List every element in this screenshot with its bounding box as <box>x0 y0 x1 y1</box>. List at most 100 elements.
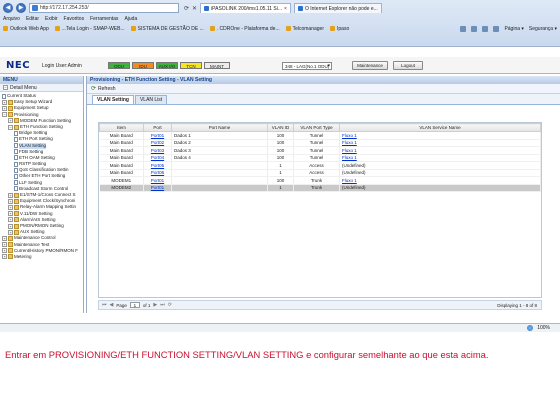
table-row[interactable]: Main Board Port06 1 Access (Undefined) <box>99 169 541 177</box>
pager-refresh-icon[interactable]: ⟳ <box>168 302 172 308</box>
alarm-aux-io[interactable]: AUX I/O <box>156 62 178 69</box>
expand-icon[interactable]: + <box>8 229 13 235</box>
folder-icon <box>14 124 19 130</box>
tab-vlan-list[interactable]: VLAN List <box>134 95 168 104</box>
refresh-button[interactable]: Refresh <box>98 86 116 92</box>
col-port[interactable]: Port <box>143 123 172 132</box>
table-row[interactable]: MODEM1 Port01 100 Trunk Fluxo 1 <box>99 176 541 185</box>
cell-item-text: Main Board <box>109 132 133 138</box>
security-menu[interactable]: Segurança ▾ <box>529 26 557 32</box>
refresh-icon[interactable]: ⟳ <box>91 85 96 92</box>
expand-icon[interactable]: + <box>8 223 13 229</box>
stop-icon[interactable]: ✕ <box>192 5 197 12</box>
favorite-sistema[interactable]: SISTEMA DE GESTÃO DE ... <box>130 26 204 32</box>
col-port-name[interactable]: Port Name <box>171 123 268 132</box>
back-button[interactable]: ◀ <box>3 3 13 13</box>
collapse-icon[interactable]: − <box>3 85 8 90</box>
close-tab-icon[interactable]: × <box>284 6 287 12</box>
print-icon[interactable] <box>493 25 500 32</box>
favorite-cdrone[interactable]: . CDROne - Plataforma de... <box>209 26 280 32</box>
logout-button[interactable]: Logout <box>393 61 423 70</box>
vlan-service-link[interactable]: Fluxo 1 <box>342 148 357 153</box>
favorite-smap[interactable]: ...Tela Login - SMAP-WEB... <box>54 26 125 32</box>
page-icon <box>32 5 38 11</box>
maintenance-button[interactable]: Maintenance <box>352 61 388 70</box>
folder-icon <box>14 192 19 198</box>
favorite-outlook[interactable]: Outlook Web App <box>3 26 49 32</box>
col-item[interactable]: Item <box>99 123 144 132</box>
expand-icon[interactable]: + <box>8 211 13 217</box>
alarm-odu[interactable]: ODU <box>108 62 130 69</box>
expand-icon[interactable]: + <box>8 217 13 223</box>
expand-icon[interactable]: + <box>2 254 7 260</box>
favorite-ipaso[interactable]: Ipaso <box>330 26 349 32</box>
forward-button[interactable]: ▶ <box>16 3 26 13</box>
table-row[interactable]: Main Board Port01 Dados 1 100 Tunnel Fluxo 1 <box>99 131 541 140</box>
table-row[interactable]: Main Board Port02 Dados 2 100 Tunnel Fluxo 1 <box>99 139 541 147</box>
last-page-icon[interactable]: ⏭ <box>160 302 165 308</box>
table-row[interactable]: Main Board Port05 1 Access (Undefined) <box>99 161 541 170</box>
collapse-icon[interactable]: − <box>2 112 7 118</box>
col-vlan-id[interactable]: VLAN ID <box>267 123 294 132</box>
page-input[interactable]: 1 <box>129 302 140 308</box>
alarm-idu[interactable]: IDU <box>132 62 154 69</box>
port-link[interactable]: Port03 <box>151 148 164 153</box>
port-link[interactable]: Port01 <box>151 133 164 138</box>
favorite-telcomanager[interactable]: Telcomanager <box>285 26 324 32</box>
cell-item: MODEM2 <box>99 184 144 192</box>
refresh-icon[interactable]: ⟳ <box>184 5 189 12</box>
zoom-level[interactable]: 100% <box>537 325 550 331</box>
alarm-maint[interactable]: MAINT <box>204 62 230 69</box>
tab-vlan-setting[interactable]: VLAN Setting <box>92 95 134 104</box>
expand-icon[interactable]: + <box>8 118 13 124</box>
expand-icon[interactable]: + <box>8 204 13 210</box>
detail-menu-header[interactable]: − Detail Menu <box>0 84 83 92</box>
vlan-service-link[interactable]: Fluxo 1 <box>342 133 357 138</box>
expand-icon[interactable]: + <box>2 242 7 248</box>
browser-tab-ipasolink[interactable]: iPASOLINK 200/ims1.05.11 Si... × <box>200 3 291 13</box>
next-page-icon[interactable]: ▶ <box>153 302 157 308</box>
first-page-icon[interactable]: ⏮ <box>102 302 107 308</box>
favorite-icon <box>209 26 215 31</box>
expand-icon[interactable]: + <box>8 192 13 198</box>
expand-icon[interactable]: + <box>2 248 7 254</box>
address-bar[interactable]: http://172.17.254.253/ <box>29 3 179 13</box>
vlan-service-link[interactable]: Fluxo 1 <box>342 140 357 145</box>
port-link[interactable]: Port01 <box>151 185 164 190</box>
menu-exibir[interactable]: Exibir <box>45 16 58 22</box>
port-link[interactable]: Port06 <box>151 170 164 175</box>
home-icon[interactable] <box>460 25 467 32</box>
col-vlan-service-name[interactable]: VLAN Service Name <box>339 123 541 132</box>
table-row[interactable]: Main Board Port03 Dados 3 100 Tunnel Fluxo 1 <box>99 146 541 155</box>
prev-page-icon[interactable]: ◀ <box>110 302 114 308</box>
port-link[interactable]: Port04 <box>151 155 164 160</box>
menu-tree-item[interactable]: + Current/History PMON/RMON F <box>0 248 83 254</box>
port-link[interactable]: Port01 <box>151 178 164 183</box>
feeds-icon[interactable] <box>471 25 478 32</box>
menu-arquivo[interactable]: Arquivo <box>3 16 20 22</box>
menu-ferramentas[interactable]: Ferramentas <box>90 16 118 22</box>
expand-icon[interactable]: + <box>2 105 7 111</box>
menu-favoritos[interactable]: Favoritos <box>64 16 85 22</box>
port-link[interactable]: Port05 <box>151 163 164 168</box>
device-select[interactable]: 348 - LAG(No.1 ODU) <box>282 62 332 70</box>
alarm-tcn[interactable]: TCN <box>180 62 202 69</box>
favorite-icon <box>54 26 60 31</box>
menu-ajuda[interactable]: Ajuda <box>124 16 137 22</box>
menu-tree-item[interactable]: + Metering <box>0 254 83 260</box>
mail-icon[interactable] <box>482 25 489 32</box>
browser-tab-error[interactable]: O Internet Explorer não pode e... <box>293 3 382 13</box>
col-vlan-port-type[interactable]: VLAN Port Type <box>293 123 340 132</box>
address-url[interactable]: http://172.17.254.253/ <box>40 5 89 11</box>
expand-icon[interactable]: + <box>2 99 7 105</box>
table-row[interactable]: MODEM2 Port01 1 Trunk (Undefined) <box>99 184 541 192</box>
port-link[interactable]: Port02 <box>151 140 164 145</box>
table-row[interactable]: Main Board Port04 Dados 4 100 Tunnel Fluxo 1 <box>99 154 541 162</box>
menu-editar[interactable]: Editar <box>26 16 39 22</box>
collapse-icon[interactable]: − <box>8 124 13 130</box>
expand-icon[interactable]: + <box>8 198 13 204</box>
expand-icon[interactable]: + <box>2 235 7 241</box>
page-menu[interactable]: Página ▾ <box>504 26 523 32</box>
vlan-service-link[interactable]: Fluxo 1 <box>342 178 357 183</box>
vlan-service-link[interactable]: Fluxo 1 <box>342 155 357 160</box>
